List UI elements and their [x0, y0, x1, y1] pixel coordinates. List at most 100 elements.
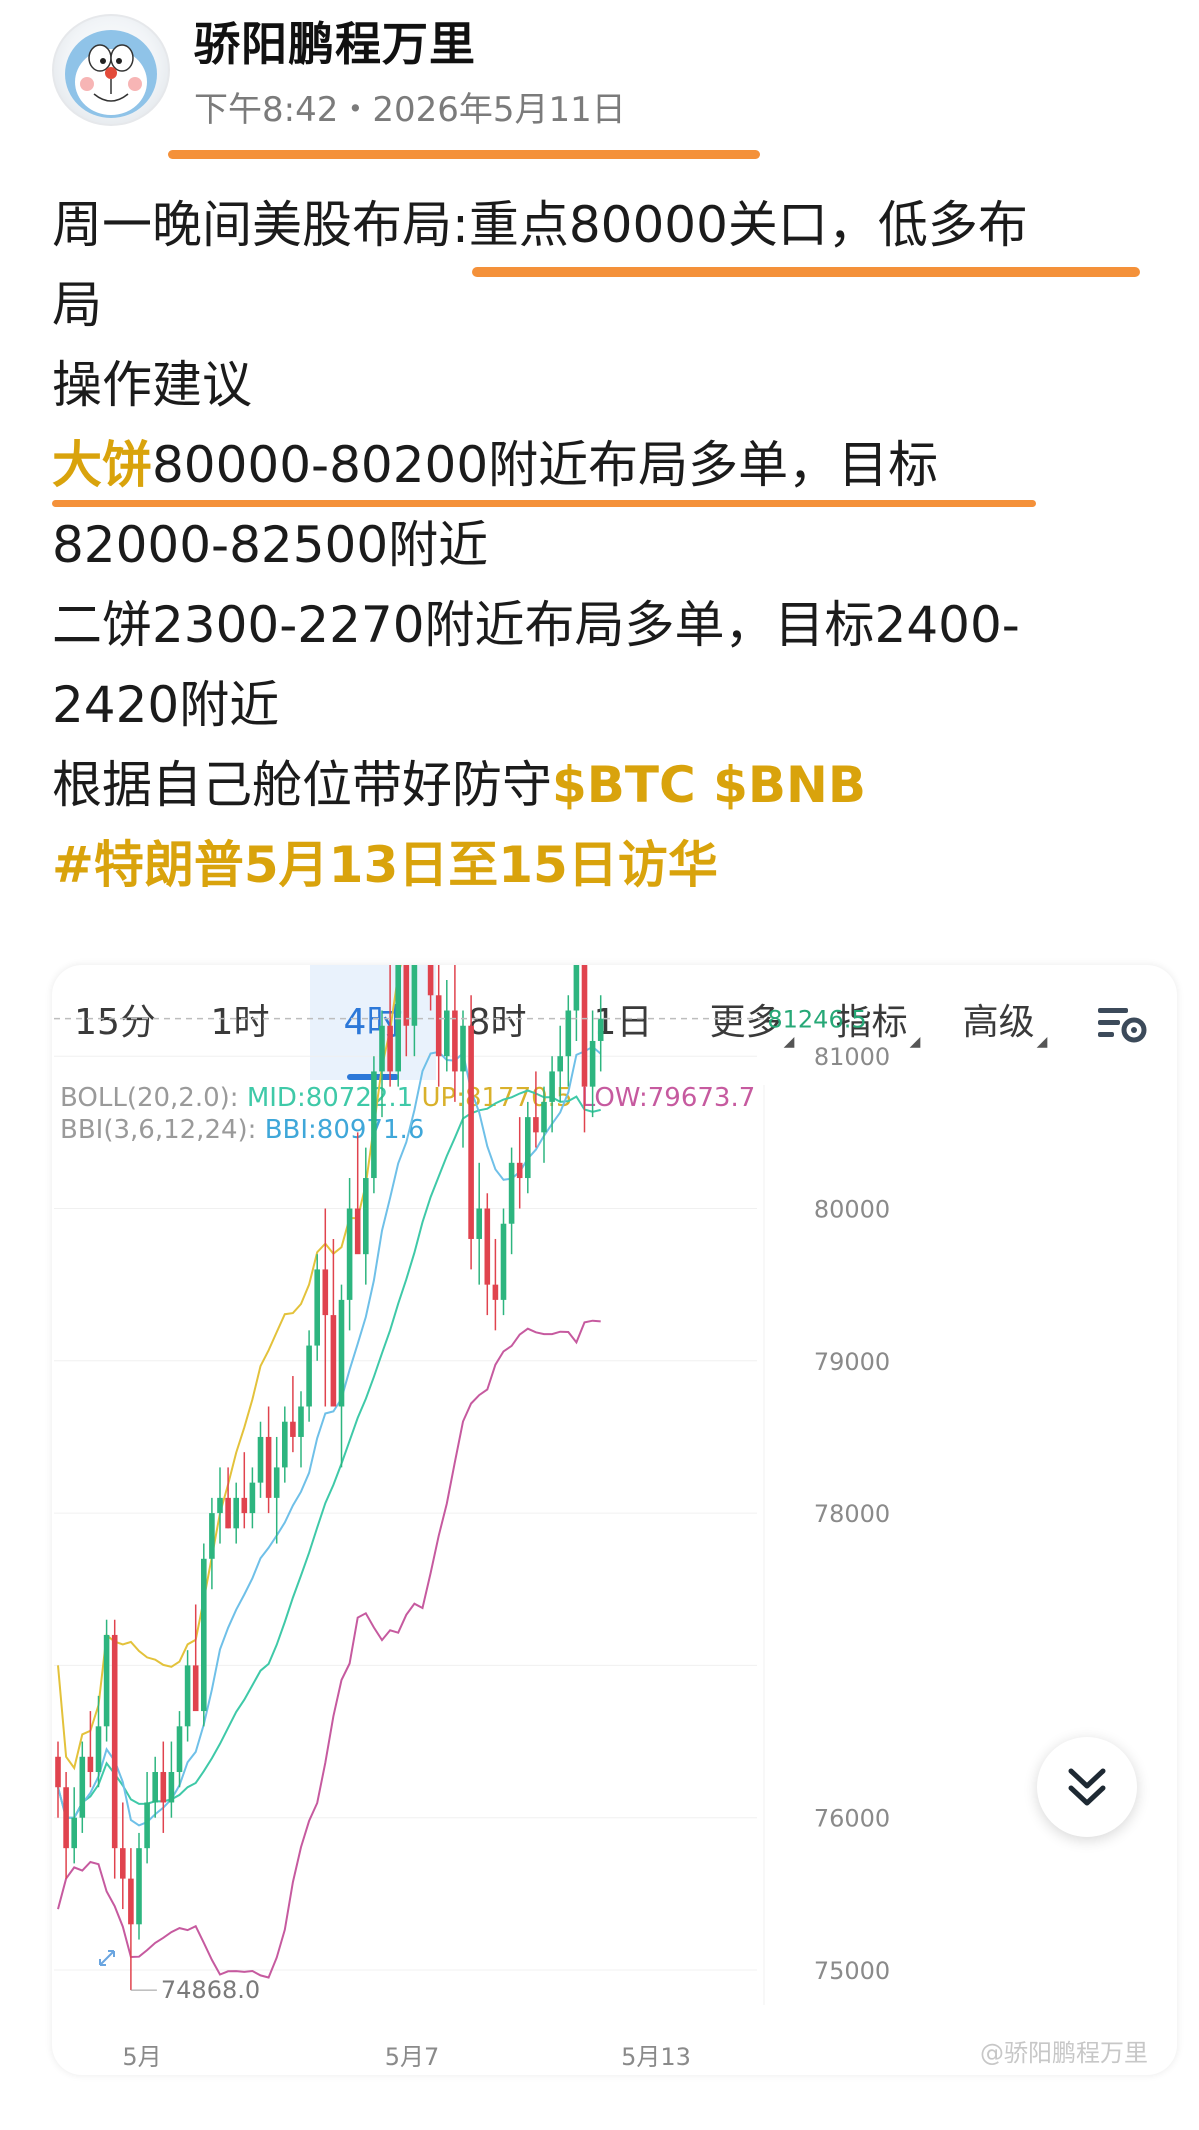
hashtag-link[interactable]: #特朗普5月13日至15日访华 — [52, 825, 1162, 905]
candlestick-chart[interactable]: 750007600078000790008000081000820005月5月7… — [52, 965, 1177, 2075]
candle-body — [192, 1665, 199, 1712]
candle-body — [55, 1756, 61, 1788]
candle-body — [63, 1787, 69, 1849]
candle-body — [411, 965, 418, 1026]
candle-body — [541, 1101, 547, 1133]
candle-body — [516, 1162, 523, 1179]
candle-body — [484, 1208, 491, 1285]
candle-body — [201, 1558, 207, 1712]
candle-body — [322, 1269, 329, 1316]
candle-body — [452, 1010, 458, 1072]
candle-body — [573, 965, 580, 1011]
candle-body — [103, 1634, 110, 1727]
candle-body — [565, 1010, 572, 1057]
candle-body — [338, 1299, 345, 1407]
post-line: 二饼2300-2270附近布局多单，目标2400- — [52, 596, 1020, 654]
kline-chart-card: 15分 1时 4时 8时 1日 更多 ◢ 指标 ◢ 高级 ◢ BOLL(20,2.0)… — [52, 965, 1177, 2075]
min-price-marker: 74868.0 — [161, 1976, 260, 2004]
candle-body — [460, 1025, 466, 1072]
candle-body — [217, 1497, 223, 1514]
candle-body — [249, 1482, 256, 1514]
candle-body — [549, 1071, 555, 1102]
candle-body — [589, 1040, 596, 1087]
post-line: 82000-82500附近 — [52, 516, 489, 574]
keyword-tag: 大饼 — [52, 436, 152, 494]
candle-body — [508, 1162, 515, 1224]
y-tick-label: 79000 — [814, 1348, 890, 1376]
y-tick-label: 78000 — [814, 1500, 890, 1528]
candle-body — [330, 1315, 337, 1407]
candle-body — [128, 1878, 134, 1925]
candle-body — [111, 1634, 118, 1849]
candle-body — [387, 1025, 393, 1072]
candle-body — [525, 1117, 531, 1179]
candle-body — [435, 995, 442, 1057]
highlight-underline — [472, 267, 1140, 277]
candle-body — [87, 1756, 94, 1773]
candle-body — [209, 1513, 215, 1559]
post-timestamp: 下午8:42・2026年5月11日 — [194, 90, 626, 130]
candle-body — [160, 1772, 167, 1803]
candle-body — [597, 1018, 604, 1041]
candle-body — [468, 1025, 474, 1239]
candle-body — [95, 1726, 102, 1773]
y-tick-label: 81000 — [814, 1043, 890, 1071]
candle-body — [557, 1056, 563, 1072]
candle-body — [241, 1497, 248, 1514]
post-line-text: 80000-80200附近布局多单，目标 — [152, 436, 939, 494]
candle-body — [257, 1436, 264, 1483]
candle-body — [533, 1117, 539, 1133]
candle-body — [225, 1497, 231, 1529]
candle-body — [168, 1772, 175, 1803]
candle-body — [346, 1208, 353, 1300]
x-tick-label: 5月7 — [385, 2043, 440, 2071]
candle-body — [152, 1772, 158, 1803]
highlight-underline — [168, 150, 760, 159]
candle-body — [492, 1284, 499, 1300]
y-tick-label: 80000 — [814, 1196, 890, 1224]
watermark: @骄阳鹏程万里 — [980, 2039, 1148, 2067]
candle-body — [354, 1208, 361, 1255]
candle-body — [314, 1269, 320, 1346]
candle-body — [184, 1665, 191, 1727]
post-body: 周一晚间美股布局:重点80000关口，低多布 局 操作建议 大饼80000-80… — [52, 185, 1162, 905]
candle-body — [120, 1848, 126, 1879]
candle-body — [233, 1497, 239, 1529]
candle-body — [273, 1467, 280, 1498]
doraemon-avatar-icon — [65, 30, 157, 118]
candle-body — [176, 1726, 183, 1773]
candle-body — [79, 1756, 86, 1818]
post-line: 局 — [52, 276, 102, 334]
author-name[interactable]: 骄阳鹏程万里 — [194, 8, 476, 74]
post-line: 操作建议 — [52, 356, 252, 414]
candle-body — [444, 1010, 450, 1057]
candle-body — [581, 965, 588, 1087]
candle-body — [427, 965, 434, 996]
candle-body — [371, 1071, 377, 1179]
x-tick-label: 5月 — [122, 2043, 161, 2071]
candle-body — [476, 1208, 482, 1239]
candle-body — [298, 1406, 304, 1437]
post-line: 2420附近 — [52, 676, 280, 734]
boll-upper-line — [57, 965, 402, 1771]
cashtag-link[interactable]: $BTC $BNB — [552, 756, 866, 814]
y-tick-label: 75000 — [814, 1957, 890, 1985]
highlight-underline — [52, 500, 1036, 507]
post-line-text: 根据自己舱位带好防守 — [52, 756, 552, 814]
scroll-down-button[interactable] — [1037, 1737, 1137, 1837]
post-line: 根据自己舱位带好防守$BTC $BNB — [52, 745, 1162, 825]
candle-body — [71, 1817, 77, 1849]
candle-body — [265, 1436, 272, 1498]
candle-body — [282, 1421, 288, 1468]
expand-icon — [99, 1950, 115, 1966]
candle-body — [403, 965, 410, 1026]
post-line: 大饼80000-80200附近布局多单，目标 — [52, 425, 1162, 505]
author-avatar[interactable] — [52, 14, 170, 126]
candle-body — [136, 1848, 142, 1925]
x-tick-label: 5月13 — [621, 2043, 691, 2071]
current-price-label: 81246.5 — [767, 1006, 866, 1034]
candle-body — [290, 1421, 296, 1437]
post-line: 周一晚间美股布局:重点80000关口，低多布 — [52, 196, 1028, 254]
candle-body — [144, 1802, 150, 1849]
candle-body — [306, 1345, 312, 1407]
